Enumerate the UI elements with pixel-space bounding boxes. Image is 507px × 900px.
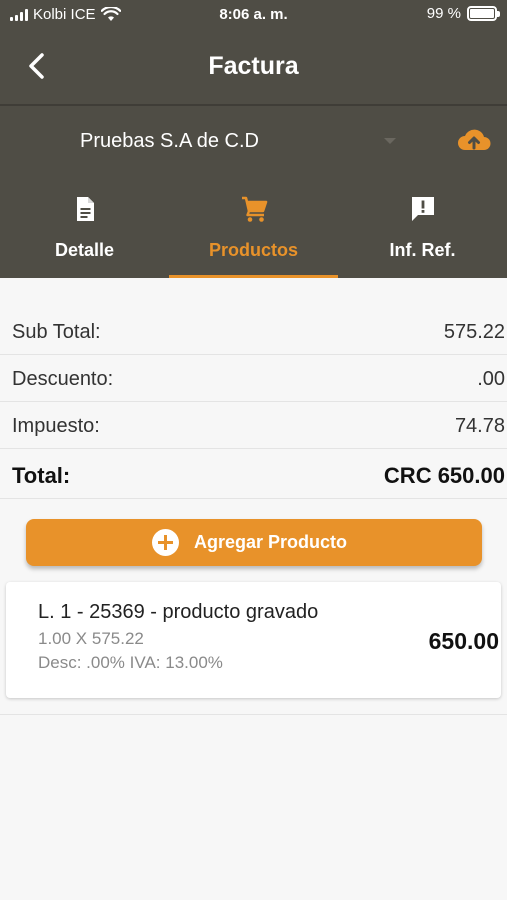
product-quantity: 1.00 X 575.22	[38, 629, 144, 648]
header: Kolbi ICE 8:06 a. m. 99 % Factura Prueba…	[0, 0, 507, 278]
list-divider	[0, 714, 507, 715]
total-label: Total:	[12, 463, 71, 488]
tab-label: Inf. Ref.	[389, 240, 456, 260]
discount-value: .00	[477, 368, 505, 390]
page-title: Factura	[208, 52, 299, 80]
alert-message-icon	[412, 197, 434, 221]
tab-label: Productos	[208, 240, 298, 260]
app-bar: Factura	[0, 30, 507, 104]
tab-detalle[interactable]: Detalle	[0, 180, 169, 278]
tab-label: Detalle	[54, 240, 115, 260]
status-right: 99 %	[426, 5, 500, 22]
tax-label: Impuesto:	[12, 415, 100, 437]
add-circle-icon	[152, 529, 179, 556]
cart-icon	[242, 196, 268, 222]
subtotal-value: 575.22	[443, 321, 505, 343]
product-list-item[interactable]: L. 1 - 25369 - producto gravado 1.00 X 5…	[6, 582, 501, 698]
invoice-summary: Sub Total: 575.22 Descuento: .00 Impuest…	[0, 308, 507, 499]
tab-productos[interactable]: Productos	[169, 180, 338, 278]
tax-row: Impuesto: 74.78	[0, 402, 507, 449]
tax-value: 74.78	[454, 415, 505, 437]
battery-percent: 99 %	[426, 5, 461, 22]
product-total: 650.00	[428, 628, 499, 654]
add-product-label: Agregar Producto	[194, 532, 348, 552]
subtotal-label: Sub Total:	[12, 321, 101, 343]
company-dropdown[interactable]: Pruebas S.A de C.D	[62, 120, 412, 160]
product-title: L. 1 - 25369 - producto gravado	[38, 601, 319, 623]
battery-icon	[467, 6, 500, 21]
company-row: Pruebas S.A de C.D	[0, 112, 507, 172]
cloud-upload-icon	[458, 129, 491, 150]
tab-bar: Detalle Productos Inf. Ref.	[0, 180, 507, 278]
company-name: Pruebas S.A de C.D	[80, 130, 259, 152]
document-icon	[77, 197, 94, 221]
total-value: CRC 650.00	[383, 463, 505, 488]
tab-inf-ref[interactable]: Inf. Ref.	[338, 180, 507, 278]
product-discount-tax: Desc: .00% IVA: 13.00%	[38, 653, 223, 672]
total-row: Total: CRC 650.00	[0, 449, 507, 499]
dropdown-arrow-icon	[384, 138, 396, 144]
add-product-button[interactable]: Agregar Producto	[26, 519, 482, 566]
subtotal-row: Sub Total: 575.22	[0, 308, 507, 355]
discount-label: Descuento:	[12, 368, 114, 390]
header-divider	[0, 104, 507, 106]
active-tab-indicator	[169, 275, 338, 278]
status-bar: Kolbi ICE 8:06 a. m. 99 %	[0, 0, 507, 30]
cloud-upload-button[interactable]	[456, 126, 492, 156]
discount-row: Descuento: .00	[0, 355, 507, 402]
